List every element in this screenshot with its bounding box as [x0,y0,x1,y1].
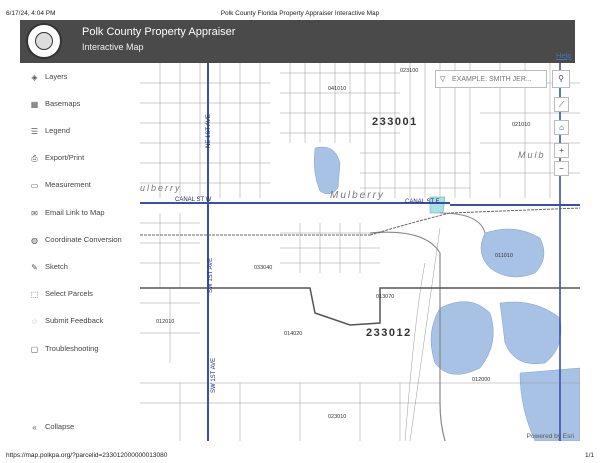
sidebar-item-export-print[interactable]: ⎙ Export/Print [30,151,140,165]
sidebar-item-email-link[interactable]: ✉ Email Link to Map [30,206,140,220]
search-icon: ⚲ [558,74,564,83]
seal-icon [35,32,53,50]
label-sw-1st: SW 1ST AVE [208,258,214,293]
print-header: 6/17/24, 4:04 PM Polk County Florida Pro… [0,0,600,18]
zoom-out-button[interactable]: − [554,161,569,176]
double-chevron-left-icon: « [32,422,37,432]
parcel-012010: 012010 [156,319,174,325]
zoom-in-button[interactable]: + [554,143,569,158]
app-header: Polk County Property Appraiser Interacti… [20,20,575,63]
label-mulberry: Mulberry [330,190,385,201]
feedback-icon: ◌ [32,316,37,326]
home-icon: ⌂ [559,123,564,132]
print-page-title: Polk County Florida Property Appraiser I… [220,10,380,17]
property-appraiser-logo [26,23,62,59]
lake-north [313,146,341,195]
sidebar-item-measurement[interactable]: ▭ Measurement [30,178,140,192]
parcel-011010: 011010 [495,253,513,259]
layers-icon: ◈ [31,72,38,82]
basemaps-icon: ▦ [30,99,39,109]
sidebar-item-legend[interactable]: ☰ Legend [30,124,140,138]
email-icon: ✉ [31,208,38,218]
print-page-number: 1/1 [584,452,594,459]
sidebar-item-sketch[interactable]: ✎ Sketch [30,260,140,274]
label-233012: 233012 [366,327,412,339]
globe-icon: ◍ [31,235,38,245]
chart-icon: ⟋ [558,100,565,109]
parcel-012000: 012000 [472,377,490,383]
parcel-023100: 023100 [400,68,418,74]
curve-road-2 [439,212,486,234]
chart-tool-button[interactable]: ⟋ [554,97,569,112]
help-link[interactable]: Help [556,51,571,60]
search-box: ▽ [435,70,547,88]
parcel-021010: 021010 [512,122,530,128]
highway-canal [140,202,580,206]
label-canal-e: CANAL ST E [405,199,440,205]
legend-icon: ☰ [30,126,39,136]
app-subtitle: Interactive Map [82,42,144,52]
label-canal-w: CANAL ST W [175,197,212,203]
chat-icon: ▢ [30,344,39,354]
map-canvas[interactable]: 233001 233012 Mulberry Mulb ulberry CANA… [140,63,580,441]
lake-east-4 [519,367,580,441]
label-233001: 233001 [372,116,418,128]
pencil-icon: ✎ [31,262,38,272]
label-ulberry: ulberry [140,183,182,193]
map-view[interactable]: 233001 233012 Mulberry Mulb ulberry CANA… [140,63,580,441]
search-button[interactable]: ⚲ [552,70,570,88]
parcel-014020: 014020 [284,331,302,337]
print-icon: ⎙ [31,153,38,163]
sidebar: ◈ Layers ▦ Basemaps ☰ Legend ⎙ Export/Print … [20,63,140,441]
search-input[interactable] [452,73,545,86]
plus-icon: + [559,146,564,155]
sidebar-item-select-parcels[interactable]: ⬚ Select Parcels [30,287,140,301]
parcel-023010: 023010 [328,414,346,420]
select-icon: ⬚ [30,289,39,299]
parcel-033040: 033040 [254,265,272,271]
minus-icon: − [559,164,564,173]
label-ne-1st: NE 1ST AVE [206,114,212,148]
chevron-down-icon[interactable]: ▽ [440,75,445,83]
sidebar-item-layers[interactable]: ◈ Layers [30,70,140,84]
print-footer: https://map.polkpa.org/?parcelid=2330120… [0,449,600,463]
ruler-icon: ▭ [30,180,39,190]
parcel-041010: 041010 [328,86,346,92]
label-mulb: Mulb [518,150,546,160]
lake-east-3 [499,301,562,365]
sidebar-item-coordinate-conversion[interactable]: ◍ Coordinate Conversion [30,233,140,247]
app-title: Polk County Property Appraiser [82,26,236,38]
parcel-013070: 013070 [376,294,394,300]
print-url: https://map.polkpa.org/?parcelid=2330120… [6,452,168,459]
esri-attribution: Powered by Esri [526,433,574,440]
sidebar-item-basemaps[interactable]: ▦ Basemaps [30,97,140,111]
sidebar-item-troubleshooting[interactable]: ▢ Troubleshooting [30,342,140,356]
label-sw-1st-2: SW 1ST AVE [211,358,217,393]
sidebar-item-submit-feedback[interactable]: ◌ Submit Feedback [30,314,140,328]
page: 6/17/24, 4:04 PM Polk County Florida Pro… [0,0,600,463]
collapse-button[interactable]: «Collapse [30,420,140,434]
home-button[interactable]: ⌂ [554,120,569,135]
